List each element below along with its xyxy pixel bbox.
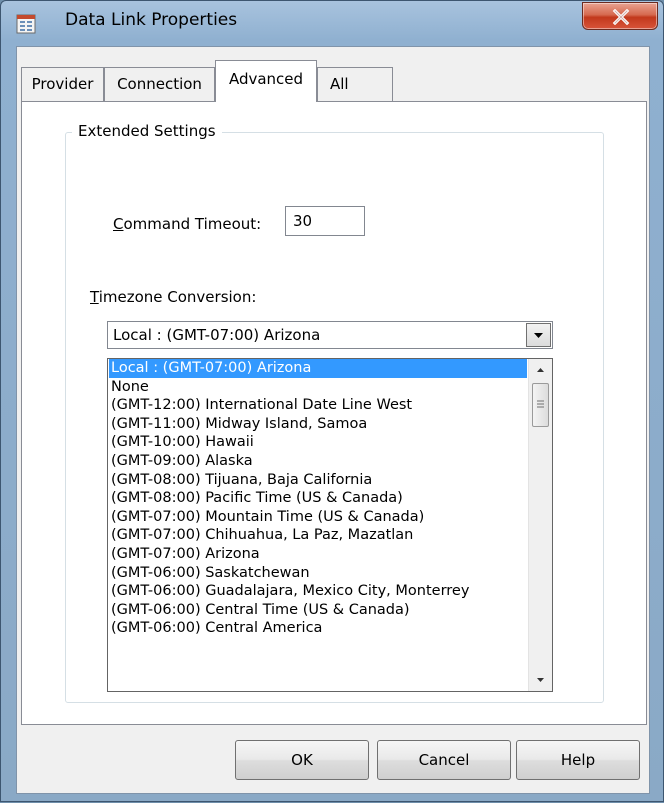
command-timeout-label-text: ommand Timeout: — [123, 215, 262, 233]
timezone-conversion-label: Timezone Conversion: — [90, 288, 256, 306]
timezone-option[interactable]: (GMT-10:00) Hawaii — [109, 433, 527, 452]
scroll-grip-icon — [537, 400, 544, 408]
timezone-selected-value: Local : (GMT-07:00) Arizona — [113, 326, 321, 344]
timezone-option[interactable]: (GMT-08:00) Pacific Time (US & Canada) — [109, 489, 527, 508]
command-timeout-input[interactable]: 30 — [285, 206, 365, 236]
dropdown-scrollbar[interactable] — [528, 359, 552, 691]
timezone-option[interactable]: (GMT-09:00) Alaska — [109, 452, 527, 471]
command-timeout-mnemonic: C — [113, 215, 124, 233]
timezone-option[interactable]: (GMT-06:00) Guadalajara, Mexico City, Mo… — [109, 582, 527, 601]
scroll-down-icon[interactable] — [529, 669, 552, 691]
panel-content: Extended Settings Command Timeout: 30 Ti… — [1, 1, 664, 803]
timezone-option-selected[interactable]: Local : (GMT-07:00) Arizona — [109, 359, 527, 378]
dropdown-arrow-icon — [534, 333, 543, 338]
timezone-option[interactable]: (GMT-07:00) Arizona — [109, 545, 527, 564]
timezone-option[interactable]: (GMT-07:00) Chihuahua, La Paz, Mazatlan — [109, 526, 527, 545]
group-legend: Extended Settings — [72, 122, 222, 140]
timezone-select[interactable]: Local : (GMT-07:00) Arizona — [107, 321, 553, 349]
timezone-dropdown-button[interactable] — [526, 323, 551, 347]
scroll-thumb[interactable] — [532, 383, 549, 427]
command-timeout-label: Command Timeout: — [113, 215, 261, 233]
timezone-options: Local : (GMT-07:00) Arizona None (GMT-12… — [109, 359, 527, 638]
timezone-option[interactable]: (GMT-12:00) International Date Line West — [109, 396, 527, 415]
timezone-option[interactable]: (GMT-06:00) Saskatchewan — [109, 564, 527, 583]
timezone-option[interactable]: (GMT-07:00) Mountain Time (US & Canada) — [109, 508, 527, 527]
timezone-option[interactable]: (GMT-11:00) Midway Island, Samoa — [109, 415, 527, 434]
dialog-window: Data Link Properties Provider Connection… — [0, 0, 664, 802]
scroll-up-icon[interactable] — [529, 359, 552, 381]
timezone-mnemonic: T — [90, 288, 99, 306]
timezone-option[interactable]: None — [109, 378, 527, 397]
timezone-option[interactable]: (GMT-08:00) Tijuana, Baja California — [109, 471, 527, 490]
timezone-option[interactable]: (GMT-06:00) Central America — [109, 619, 527, 638]
timezone-dropdown-list[interactable]: Local : (GMT-07:00) Arizona None (GMT-12… — [107, 358, 553, 692]
timezone-option[interactable]: (GMT-06:00) Central Time (US & Canada) — [109, 601, 527, 620]
timezone-label-text: imezone Conversion: — [98, 288, 257, 306]
